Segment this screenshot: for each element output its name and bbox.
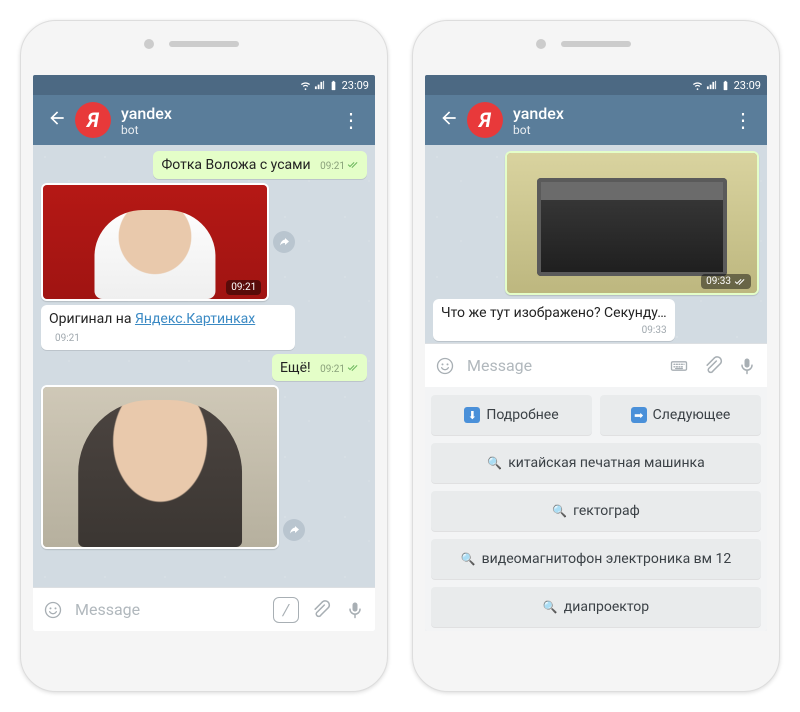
contact-name: yandex	[121, 104, 333, 123]
forward-button[interactable]	[273, 231, 295, 253]
kb-label: Следующее	[653, 407, 731, 423]
message-text: Что же тут изображено? Секунду…	[441, 305, 667, 321]
app-bar: Я yandex bot ⋮	[33, 95, 375, 145]
back-button[interactable]	[431, 108, 467, 132]
chat-title[interactable]: yandex bot	[503, 104, 725, 137]
message-text: Ещё!	[280, 360, 311, 376]
message-time: 09:21	[55, 333, 80, 346]
kb-button-suggestion[interactable]: 🔍 китайская печатная машинка	[431, 443, 761, 483]
photo	[43, 387, 277, 547]
kb-button-suggestion[interactable]: 🔍 гектограф	[431, 491, 761, 531]
read-icon	[347, 160, 359, 175]
more-button[interactable]: ⋮	[725, 108, 761, 132]
magnifier-icon: 🔍	[543, 600, 558, 614]
message-time: 09:21	[320, 161, 345, 174]
magnifier-icon: 🔍	[461, 552, 476, 566]
arrow-down-icon: ⬇	[464, 407, 480, 423]
forward-button[interactable]	[283, 519, 305, 541]
photo	[507, 153, 757, 293]
emoji-button[interactable]	[433, 354, 457, 378]
mic-button[interactable]	[343, 598, 367, 622]
message-time: 09:21	[320, 364, 345, 377]
arrow-right-icon: ➡	[631, 407, 647, 423]
avatar[interactable]: Я	[75, 102, 111, 138]
avatar[interactable]: Я	[467, 102, 503, 138]
screen: 23:09 Я yandex bot ⋮ 09:33 Что же тут из…	[425, 75, 767, 631]
image-message[interactable]: 09:21	[41, 183, 269, 301]
message-in[interactable]: Оригинал на Яндекс.Картинках 09:21	[41, 305, 295, 350]
chat-area[interactable]: 09:33 Что же тут изображено? Секунду… 09…	[425, 145, 767, 343]
image-message-out[interactable]: 09:33	[505, 151, 759, 295]
chat-title[interactable]: yandex bot	[111, 104, 333, 137]
app-bar: Я yandex bot ⋮	[425, 95, 767, 145]
magnifier-icon: 🔍	[552, 504, 567, 518]
signal-icon	[706, 80, 717, 91]
mic-button[interactable]	[735, 354, 759, 378]
message-out[interactable]: Фотка Воложа с усами 09:21	[153, 151, 367, 179]
back-button[interactable]	[39, 108, 75, 132]
keyboard-button[interactable]	[667, 354, 691, 378]
message-text: Фотка Воложа с усами	[161, 157, 310, 173]
message-text-pre: Оригинал на	[49, 311, 135, 327]
link-yandex-images[interactable]: Яндекс.Картинках	[135, 311, 255, 327]
kb-button-more[interactable]: ⬇ Подробнее	[431, 395, 592, 435]
kb-label: гектограф	[573, 503, 640, 519]
clock: 23:09	[342, 79, 369, 92]
contact-subtitle: bot	[513, 123, 725, 137]
wifi-icon	[692, 80, 703, 91]
kb-button-next[interactable]: ➡ Следующее	[600, 395, 761, 435]
image-message[interactable]	[41, 385, 279, 549]
chat-area[interactable]: Фотка Воложа с усами 09:21 09:21 Оригина…	[33, 145, 375, 587]
message-out[interactable]: Ещё! 09:21	[272, 354, 367, 382]
status-bar: 23:09	[425, 75, 767, 95]
phone-right: 23:09 Я yandex bot ⋮ 09:33 Что же тут из…	[412, 20, 780, 692]
contact-subtitle: bot	[121, 123, 333, 137]
clock: 23:09	[734, 79, 761, 92]
battery-icon	[328, 80, 339, 91]
kb-label: Подробнее	[486, 407, 558, 423]
read-icon	[347, 363, 359, 378]
kb-button-suggestion[interactable]: 🔍 диапроектор	[431, 587, 761, 627]
battery-icon	[720, 80, 731, 91]
phone-left: 23:09 Я yandex bot ⋮ Фотка Воложа с усам…	[20, 20, 388, 692]
message-time: 09:33	[642, 325, 667, 336]
kb-label: китайская печатная машинка	[508, 455, 705, 471]
message-input[interactable]: Message	[75, 600, 263, 619]
kb-button-suggestion[interactable]: 🔍 видеомагнитофон электроника вм 12	[431, 539, 761, 579]
attach-button[interactable]	[309, 598, 333, 622]
arrow-left-icon	[439, 108, 459, 128]
read-icon	[734, 277, 746, 287]
kb-label: видеомагнитофон электроника вм 12	[482, 551, 732, 567]
status-bar: 23:09	[33, 75, 375, 95]
image-time: 09:21	[231, 282, 256, 293]
input-bar: Message /	[33, 587, 375, 631]
attach-button[interactable]	[701, 354, 725, 378]
bot-keyboard: ⬇ Подробнее ➡ Следующее 🔍 китайская печатна…	[425, 387, 767, 631]
more-button[interactable]: ⋮	[333, 108, 369, 132]
contact-name: yandex	[513, 104, 725, 123]
input-bar: Message	[425, 343, 767, 387]
commands-button[interactable]: /	[273, 597, 299, 623]
emoji-button[interactable]	[41, 598, 65, 622]
message-in[interactable]: Что же тут изображено? Секунду… 09:33	[433, 299, 675, 341]
magnifier-icon: 🔍	[487, 456, 502, 470]
image-time: 09:33	[706, 276, 731, 287]
message-input[interactable]: Message	[467, 356, 657, 375]
kb-label: диапроектор	[564, 599, 649, 615]
arrow-left-icon	[47, 108, 67, 128]
wifi-icon	[300, 80, 311, 91]
signal-icon	[314, 80, 325, 91]
screen: 23:09 Я yandex bot ⋮ Фотка Воложа с усам…	[33, 75, 375, 631]
